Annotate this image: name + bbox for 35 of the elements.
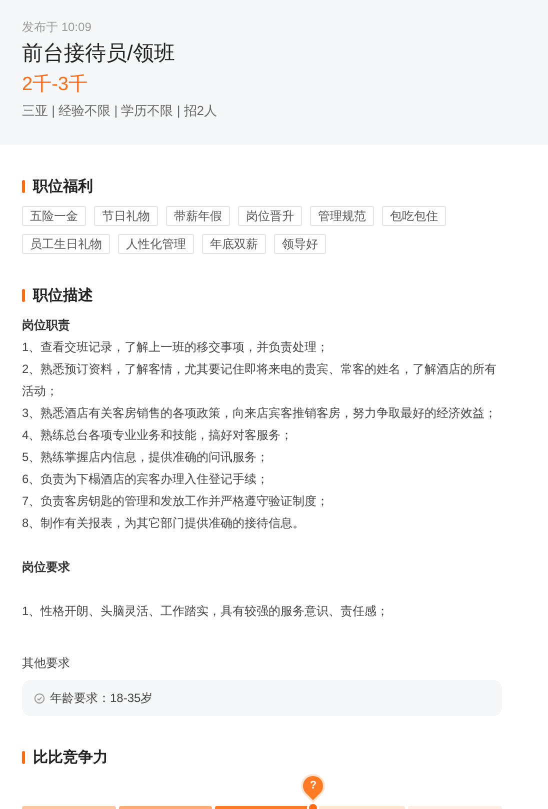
marker-pin: ?: [302, 776, 324, 809]
accent-bar: [22, 288, 25, 302]
section-title: 职位描述: [33, 286, 93, 304]
benefit-tag: 包吃包住: [382, 206, 446, 226]
subheading: 岗位职责: [22, 317, 71, 334]
duty-item: 8、制作有关报表，为其它部门提供准确的接待信息。: [22, 515, 306, 532]
benefit-tag: 管理规范: [310, 206, 374, 226]
benefit-tag: 人性化管理: [118, 234, 194, 254]
subheading: 岗位要求: [22, 559, 71, 576]
job-title: 前台接待员/领班: [22, 41, 176, 67]
benefit-tag: 节日礼物: [94, 206, 158, 226]
subheading: 其他要求: [22, 655, 71, 672]
requirement-text: 年龄要求：18-35岁: [50, 690, 153, 707]
duty-item: 3、熟悉酒店有关客房销售的各项政策，向来店宾客推销客房，努力争取最好的经济效益；: [22, 405, 498, 422]
duty-item: 6、负责为下榻酒店的宾客办理入住登记手续；: [22, 471, 270, 488]
duty-item: 5、熟练掌握店内信息，提供准确的问讯服务；: [22, 449, 270, 466]
benefit-tag: 年底双薪: [202, 234, 266, 254]
benefit-tag: 五险一金: [22, 206, 86, 226]
requirement-item: 1、性格开朗、头脑灵活、工作踏实，具有较强的服务意识、责任感；: [22, 603, 390, 620]
section-title: 比比竞争力: [33, 748, 108, 766]
post-time: 发布于 10:09: [22, 19, 92, 36]
accent-bar: [22, 750, 25, 764]
duty-item: 1、查看交班记录，了解上一班的移交事项，并负责处理；: [22, 339, 330, 356]
accent-bar: [22, 180, 25, 192]
salary: 2千-3千: [22, 73, 88, 97]
check-circle-icon: [34, 692, 45, 704]
benefit-tag: 员工生日礼物: [22, 234, 110, 254]
benefit-tag: 岗位晋升: [238, 206, 302, 226]
duty-item: 7、负责客房钥匙的管理和发放工作并严格遵守验证制度；: [22, 493, 330, 510]
benefit-tag: 带薪年假: [166, 206, 230, 226]
job-meta: 三亚 | 经验不限 | 学历不限 | 招2人: [22, 102, 218, 120]
section-title: 职位福利: [33, 176, 93, 196]
benefit-tag: 领导好: [274, 234, 326, 254]
duty-item: 4、熟练总台各项专业业务和技能，搞好对客服务；: [22, 427, 294, 444]
duty-item: 2、熟悉预订资料，了解客情，尤其要记住即将来电的贵宾、常客的姓名，了解酒店的所有活动；: [22, 361, 498, 400]
